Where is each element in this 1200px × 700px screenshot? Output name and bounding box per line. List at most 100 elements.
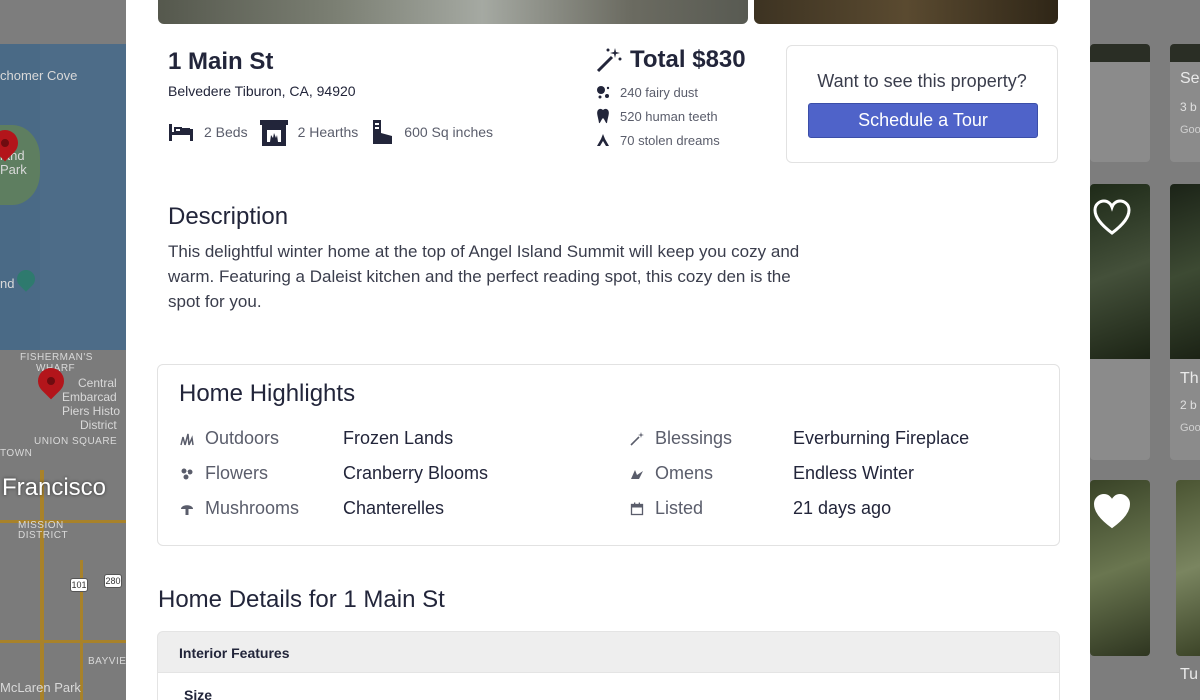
home-highlights: Home Highlights Outdoors Frozen Lands Fl…	[157, 364, 1060, 546]
fact-beds-label: 2 Beds	[204, 124, 248, 140]
listing-card[interactable]	[1176, 480, 1200, 656]
listing-sub: Goo	[1180, 422, 1200, 434]
bed-icon	[169, 124, 193, 141]
listing-card[interactable]	[1090, 480, 1150, 656]
subsection-title: Size	[184, 687, 213, 700]
map-top-strip	[0, 0, 126, 44]
map-label-city: Francisco	[2, 474, 107, 501]
highlight-row: Flowers Cranberry Blooms	[179, 463, 488, 484]
property-photo[interactable]	[754, 0, 1058, 24]
boot-icon	[373, 120, 393, 144]
highlight-row: Mushrooms Chanterelles	[179, 498, 444, 519]
map-label: Piers Histo	[62, 404, 121, 418]
highlights-heading: Home Highlights	[179, 380, 356, 407]
cost-label: 240 fairy dust	[620, 84, 699, 100]
property-photo[interactable]	[158, 0, 748, 24]
listing-photo	[1170, 184, 1200, 359]
home-details-heading: Home Details for 1 Main St	[158, 586, 445, 613]
map-label: DISTRICT	[18, 530, 69, 541]
cost-item: 520 human teeth	[596, 104, 720, 128]
tooth-icon	[597, 108, 609, 124]
map-road	[40, 470, 44, 700]
favorite-heart-icon[interactable]	[1092, 198, 1132, 238]
listing-photo	[1176, 480, 1200, 656]
highlight-value: 21 days ago	[793, 498, 892, 518]
listing-title: Tu	[1180, 666, 1199, 683]
cost-breakdown: 240 fairy dust 520 human teeth 70 stolen…	[596, 80, 720, 152]
highlight-key: Listed	[655, 498, 704, 518]
fact-size: 600 Sq inches	[370, 119, 493, 145]
highlight-key: Omens	[655, 463, 714, 483]
highway-shield-icon: 101	[70, 578, 88, 592]
map-label: Park	[0, 162, 27, 177]
highlight-row: Omens Endless Winter	[629, 463, 914, 484]
highlight-key: Flowers	[205, 463, 269, 483]
favorite-heart-filled-icon[interactable]	[1092, 492, 1132, 532]
fact-beds: 2 Beds	[168, 122, 248, 142]
interior-features-section[interactable]: Interior Features	[157, 631, 1060, 673]
listing-beds: 3 b	[1180, 100, 1197, 114]
map-label: District	[80, 418, 117, 432]
map-label: BAYVIE	[88, 656, 126, 667]
listing-photo	[1090, 44, 1150, 62]
highlight-value: Frozen Lands	[343, 428, 454, 448]
cost-item: 240 fairy dust	[596, 80, 720, 104]
property-detail-modal[interactable]: 1 Main St Belvedere Tiburon, CA, 94920 2…	[126, 0, 1090, 700]
listing-sub: Goo	[1180, 124, 1200, 136]
interior-features-body: Size	[157, 673, 1060, 700]
fact-hearths-label: 2 Hearths	[297, 124, 359, 140]
listing-card[interactable]: Th 2 b Goo	[1170, 184, 1200, 460]
highlight-row: Blessings Everburning Fireplace	[629, 428, 969, 449]
photo-gallery[interactable]	[158, 0, 1058, 24]
property-total: Total $830	[596, 46, 746, 74]
omen-icon	[629, 466, 645, 482]
tour-card: Want to see this property? Schedule a To…	[786, 45, 1058, 163]
listing-title: Se	[1180, 70, 1200, 87]
highlight-value: Chanterelles	[343, 498, 445, 518]
fact-hearths: 2 Hearths	[259, 118, 359, 146]
property-city-line: Belvedere Tiburon, CA, 94920	[168, 83, 356, 99]
cost-label: 70 stolen dreams	[620, 132, 720, 148]
highlight-key: Mushrooms	[205, 498, 300, 518]
map-label: FISHERMAN'S	[20, 352, 93, 363]
fireplace-icon	[259, 120, 288, 146]
highlight-key: Outdoors	[205, 428, 280, 448]
map-road	[0, 640, 126, 643]
property-address: 1 Main St	[168, 48, 274, 75]
mushroom-icon	[179, 501, 195, 517]
map-panel[interactable]: chomer Cove land Park nd FISHERMAN'S WHA…	[0, 0, 126, 700]
highway-shield-icon: 280	[104, 574, 122, 588]
total-price: Total $830	[630, 46, 746, 73]
fairy-dust-icon	[597, 86, 610, 99]
highlight-key: Blessings	[655, 428, 733, 448]
highlight-value: Cranberry Blooms	[343, 463, 489, 483]
calendar-icon	[629, 501, 645, 517]
tour-question: Want to see this property?	[817, 71, 1027, 91]
description-text: This delightful winter home at the top o…	[168, 242, 800, 311]
listing-results[interactable]: Se 3 b Goo Th 2 b Goo Tu	[1090, 0, 1200, 700]
map-label: nd	[0, 276, 15, 291]
cost-item: 70 stolen dreams	[596, 128, 720, 152]
listing-card[interactable]: Se 3 b Goo	[1170, 44, 1200, 162]
schedule-tour-button[interactable]: Schedule a Tour	[808, 103, 1038, 138]
dream-icon	[597, 134, 609, 146]
section-title: Interior Features	[179, 645, 290, 661]
map-label: Central	[78, 376, 117, 390]
magic-wand-icon	[596, 48, 622, 73]
listing-beds: 2 b	[1180, 398, 1197, 412]
listing-card[interactable]	[1090, 44, 1150, 162]
listing-card[interactable]	[1090, 184, 1150, 460]
highlight-row: Outdoors Frozen Lands	[179, 428, 453, 449]
map-label: McLaren Park	[0, 680, 81, 695]
flower-icon	[179, 466, 195, 482]
property-facts: 2 Beds 2 Hearths 600 Sq inches	[168, 118, 505, 146]
listing-title: Th	[1180, 370, 1199, 387]
highlight-value: Endless Winter	[793, 463, 915, 483]
map-label: UNION SQUARE	[34, 436, 118, 447]
grass-icon	[179, 431, 195, 447]
map-label: TOWN	[0, 448, 33, 459]
description-heading: Description	[168, 203, 289, 230]
map-label: chomer Cove	[0, 68, 78, 83]
map-label: Embarcad	[62, 390, 117, 404]
highlight-row: Listed 21 days ago	[629, 498, 891, 519]
